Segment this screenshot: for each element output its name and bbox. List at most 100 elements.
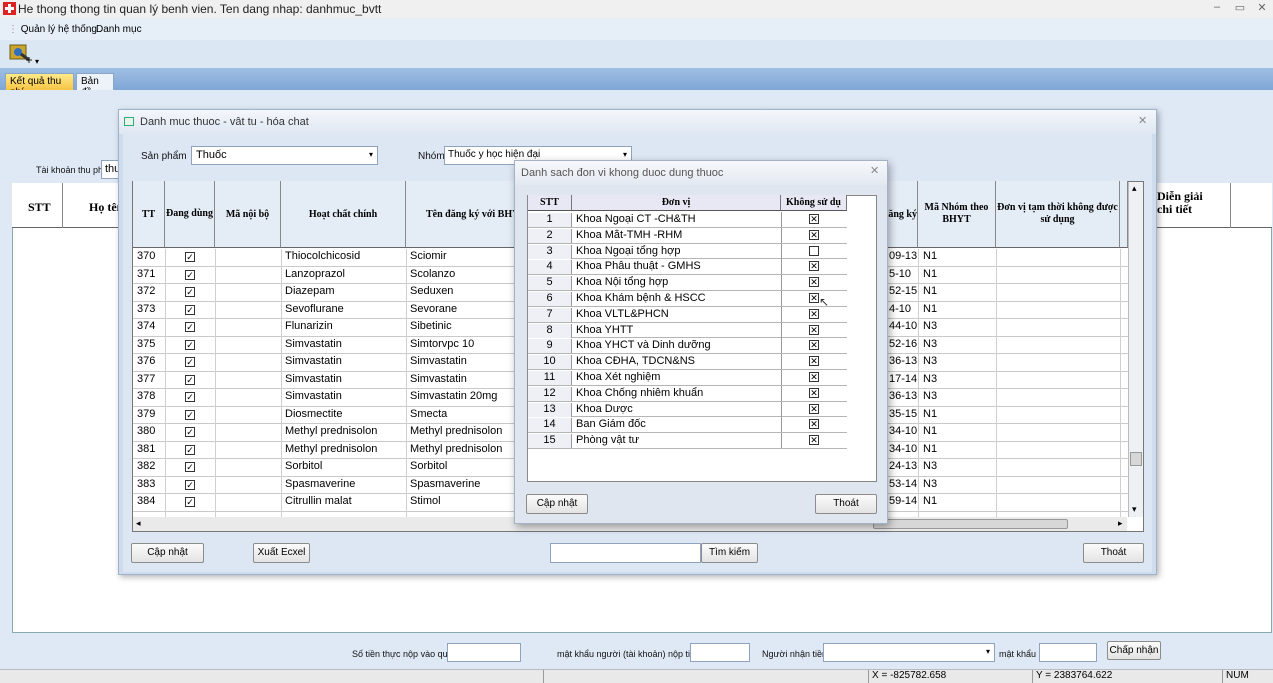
cell-so-dang-ky: 59-14 [889, 495, 917, 507]
xuat-excel-button[interactable]: Xuất Ecxel [253, 543, 310, 563]
cell-don-vi: Khoa YHTT [576, 323, 634, 336]
khong-su-dung-checkbox[interactable]: ✕ [809, 293, 819, 303]
list-item[interactable]: 10 Khoa CĐHA, TDCN&NS ✕ [528, 354, 847, 370]
col-tt: TT [133, 181, 165, 248]
thoat-button[interactable]: Thoát [1083, 543, 1144, 563]
units-thoat-button[interactable]: Thoát [815, 494, 877, 514]
search-input[interactable] [550, 543, 701, 563]
list-item[interactable]: 15 Phòng vật tư ✕ [528, 433, 847, 449]
list-item[interactable]: 14 Ban Giám đốc ✕ [528, 417, 847, 434]
scroll-down-icon[interactable]: ▾ [1132, 504, 1137, 515]
dang-dung-checkbox[interactable]: ✓ [185, 322, 195, 332]
mat-khau-input[interactable] [1039, 643, 1097, 662]
khong-su-dung-checkbox[interactable]: ✕ [809, 324, 819, 335]
khong-su-dung-checkbox[interactable]: ✕ [809, 387, 819, 398]
toolbar-tools-icon[interactable] [9, 42, 33, 64]
cell-ten-dang-ky: Sibetinic [410, 320, 452, 332]
dang-dung-checkbox[interactable]: ✓ [185, 339, 195, 350]
cell-tt: 377 [137, 372, 156, 385]
cell-don-vi: Khoa CĐHA, TDCN&NS [576, 355, 695, 368]
vertical-scrollbar[interactable]: ▴ ▾ [1128, 182, 1143, 517]
status-y-coord: Y = 2383764.622 [1032, 670, 1200, 683]
khong-su-dung-checkbox[interactable]: ✕ [809, 277, 819, 288]
khong-su-dung-checkbox[interactable]: ✕ [809, 308, 819, 319]
dang-dung-checkbox[interactable]: ✓ [185, 392, 195, 402]
khong-su-dung-checkbox[interactable]: ✕ [809, 435, 819, 446]
scroll-thumb[interactable] [1130, 452, 1142, 466]
khong-su-dung-checkbox[interactable]: ✕ [809, 261, 819, 272]
scroll-left-icon[interactable]: ◂ [136, 518, 141, 529]
khong-su-dung-checkbox[interactable]: ✕ [809, 419, 819, 430]
grid-line [781, 291, 782, 306]
restore-button[interactable]: ▭ [1230, 1, 1250, 15]
dang-dung-checkbox[interactable]: ✓ [185, 287, 195, 297]
close-window-button[interactable]: ✕ [1252, 1, 1272, 15]
scroll-right-icon[interactable]: ▸ [1118, 518, 1123, 529]
dang-dung-checkbox[interactable]: ✓ [185, 357, 195, 367]
dang-dung-checkbox[interactable]: ✓ [185, 252, 195, 262]
khong-su-dung-checkbox[interactable]: ✕ [809, 403, 819, 414]
dialog-title: Danh muc thuoc - vât tu - hóa chat [140, 116, 309, 128]
menu-item-danh-muc[interactable]: Danh mục [96, 24, 142, 35]
cell-don-vi: Khoa Nội tổng hợp [576, 276, 669, 289]
dang-dung-checkbox[interactable]: ✓ [185, 444, 195, 455]
so-tien-input[interactable] [447, 643, 521, 662]
dang-dung-checkbox[interactable]: ✓ [185, 427, 195, 437]
close-icon[interactable]: ✕ [1138, 114, 1147, 127]
chap-nhan-button[interactable]: Chấp nhận [1107, 641, 1161, 660]
grid-line [996, 249, 997, 517]
dang-dung-checkbox[interactable]: ✓ [185, 462, 195, 472]
list-item[interactable]: 13 Khoa Dược ✕ [528, 401, 847, 418]
nguoi-nhan-label: Người nhận tiền [762, 649, 827, 659]
cell-ma-nhom: N1 [923, 302, 938, 315]
menu-item-quan-ly-he-thong[interactable]: ⋮ Quản lý hệ thống [8, 24, 97, 35]
hospital-cross-icon [3, 2, 16, 15]
close-icon[interactable]: ✕ [870, 164, 879, 177]
nguoi-nhan-select[interactable]: ▾ [823, 643, 995, 662]
khong-su-dung-checkbox[interactable]: ✕ [809, 214, 819, 224]
dang-dung-checkbox[interactable]: ✓ [185, 409, 195, 420]
grid-line [165, 249, 166, 517]
khong-su-dung-checkbox[interactable]: ✕ [809, 372, 819, 382]
list-item[interactable]: 4 Khoa Phẫu thuật - GMHS ✕ [528, 259, 847, 276]
tab-ban-do[interactable]: Bản đồ [76, 73, 114, 98]
mat-khau-nguoi-nop-input[interactable] [690, 643, 750, 662]
list-item[interactable]: 5 Khoa Nội tổng hợp ✕ [528, 275, 847, 291]
san-pham-select[interactable]: Thuốc ▾ [191, 146, 378, 165]
cell-hoat-chat: Citrullin malat [285, 495, 352, 507]
toolbar-dropdown-icon[interactable]: ▾ [35, 57, 39, 66]
cell-ma-nhom: N3 [923, 460, 938, 472]
dang-dung-checkbox[interactable]: ✓ [185, 374, 195, 385]
scroll-up-icon[interactable]: ▴ [1132, 183, 1137, 194]
khong-su-dung-checkbox[interactable] [809, 245, 819, 256]
khong-su-dung-checkbox[interactable]: ✕ [809, 340, 819, 351]
list-item[interactable]: 1 Khoa Ngoại CT -CH&TH ✕ [528, 212, 847, 228]
cap-nhat-button[interactable]: Cập nhật [131, 543, 204, 563]
list-item[interactable]: 7 Khoa VLTL&PHCN ✕ [528, 306, 847, 323]
list-item[interactable]: 12 Khoa Chống nhiễm khuẩn ✕ [528, 385, 847, 402]
list-item[interactable]: 6 Khoa Khám bệnh & HSCC ✕ [528, 291, 847, 307]
list-item[interactable]: 3 Khoa Ngoại tổng hợp [528, 243, 847, 260]
tab-ket-qua-thu-phi[interactable]: Kết quả thu phí [5, 73, 74, 98]
list-item[interactable]: 8 Khoa YHTT ✕ [528, 322, 847, 339]
list-item[interactable]: 11 Khoa Xét nghiệm ✕ [528, 370, 847, 386]
list-item[interactable]: 2 Khoa Mắt-TMH -RHM ✕ [528, 227, 847, 244]
cell-hoat-chat: Methyl prednisolon [285, 425, 378, 437]
khong-su-dung-checkbox[interactable]: ✕ [809, 356, 819, 367]
cell-stt: 11 [528, 371, 572, 385]
list-item[interactable]: 9 Khoa YHCT và Dinh dưỡng ✕ [528, 338, 847, 355]
dang-dung-checkbox[interactable]: ✓ [185, 304, 195, 315]
col-ma-noi-bo: Mã nội bộ [215, 181, 281, 248]
dang-dung-checkbox[interactable]: ✓ [185, 479, 195, 490]
dang-dung-checkbox[interactable]: ✓ [185, 497, 195, 507]
grid-line [781, 275, 782, 291]
units-cap-nhat-button[interactable]: Cập nhật [526, 494, 588, 514]
dang-dung-checkbox[interactable]: ✓ [185, 269, 195, 280]
scroll-thumb[interactable] [873, 519, 1068, 529]
khong-su-dung-checkbox[interactable]: ✕ [809, 229, 819, 240]
cell-ten-dang-ky: Simvastatin [410, 355, 467, 367]
cell-ten-dang-ky: Sevorane [410, 302, 458, 315]
tim-kiem-button[interactable]: Tìm kiếm [701, 543, 758, 563]
minimize-button[interactable]: – [1207, 1, 1227, 15]
cell-hoat-chat: Simvastatin [285, 355, 342, 367]
